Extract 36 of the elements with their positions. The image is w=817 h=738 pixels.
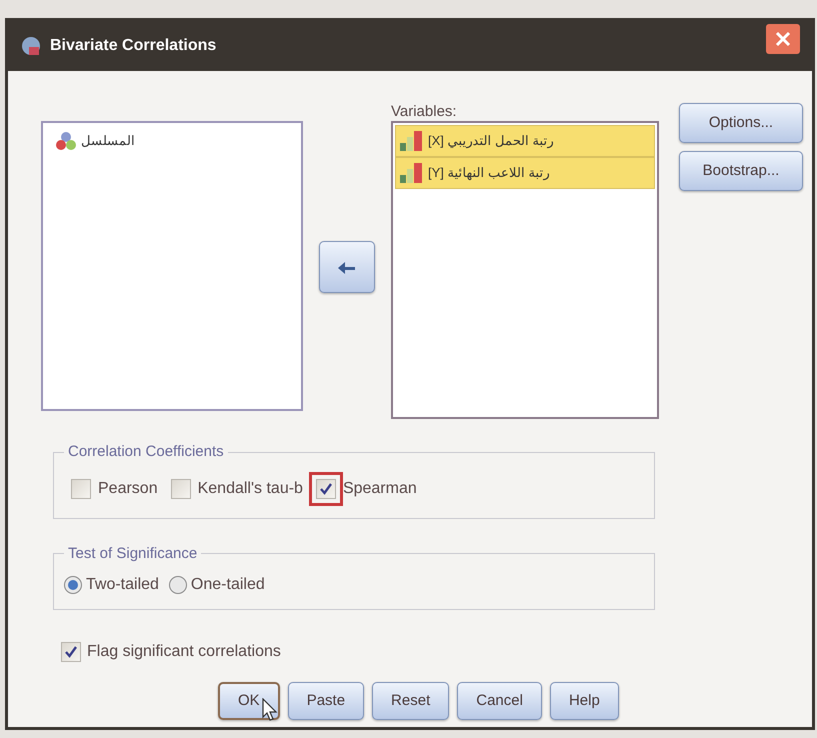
variable-item[interactable]: المسلسل [51,131,293,151]
variable-item[interactable]: رتبة اللاعب النهائية [Y] [395,157,655,189]
checkbox[interactable] [316,478,336,498]
checkmark-icon [318,482,333,496]
dialog-button[interactable]: Help [550,682,619,720]
variables-label: Variables: [391,102,458,121]
dialog-button[interactable]: Cancel [457,682,542,720]
dialog-button[interactable]: Reset [372,682,450,720]
dialog-button[interactable]: OK [218,682,280,720]
variable-item[interactable]: رتبة الحمل التدريبي [X] [395,125,655,157]
checkmark-icon [64,645,78,659]
checkbox-label: Pearson [98,478,158,498]
dialog-button[interactable]: Paste [288,682,364,720]
radio-button[interactable] [168,576,187,594]
checkbox-label: Kendall's tau-b [198,478,303,498]
mouse-pointer-icon [262,698,278,722]
checkbox[interactable] [71,478,91,498]
move-arrow-button[interactable] [319,241,375,293]
group-title: Test of Significance [67,544,198,564]
scale-variable-icon [400,131,424,151]
checkbox-label: Spearman [342,478,417,498]
dialog-button[interactable]: Bootstrap... [679,151,803,191]
radio-button[interactable] [64,576,82,594]
scale-variable-icon [400,163,424,183]
close-icon [775,31,791,47]
checkbox-label: Flag significant correlations [87,642,281,662]
close-button[interactable] [766,24,800,54]
app-icon [20,35,42,57]
group-title: Correlation Coefficients [67,442,225,462]
window-title: Bivariate Correlations [50,36,216,56]
checkbox[interactable] [170,478,191,498]
nominal-variable-icon [55,131,77,151]
dialog-button[interactable]: Options... [679,103,803,143]
checkbox[interactable] [61,642,81,662]
radio-label: Two-tailed [86,575,159,595]
radio-label: One-tailed [190,575,265,595]
